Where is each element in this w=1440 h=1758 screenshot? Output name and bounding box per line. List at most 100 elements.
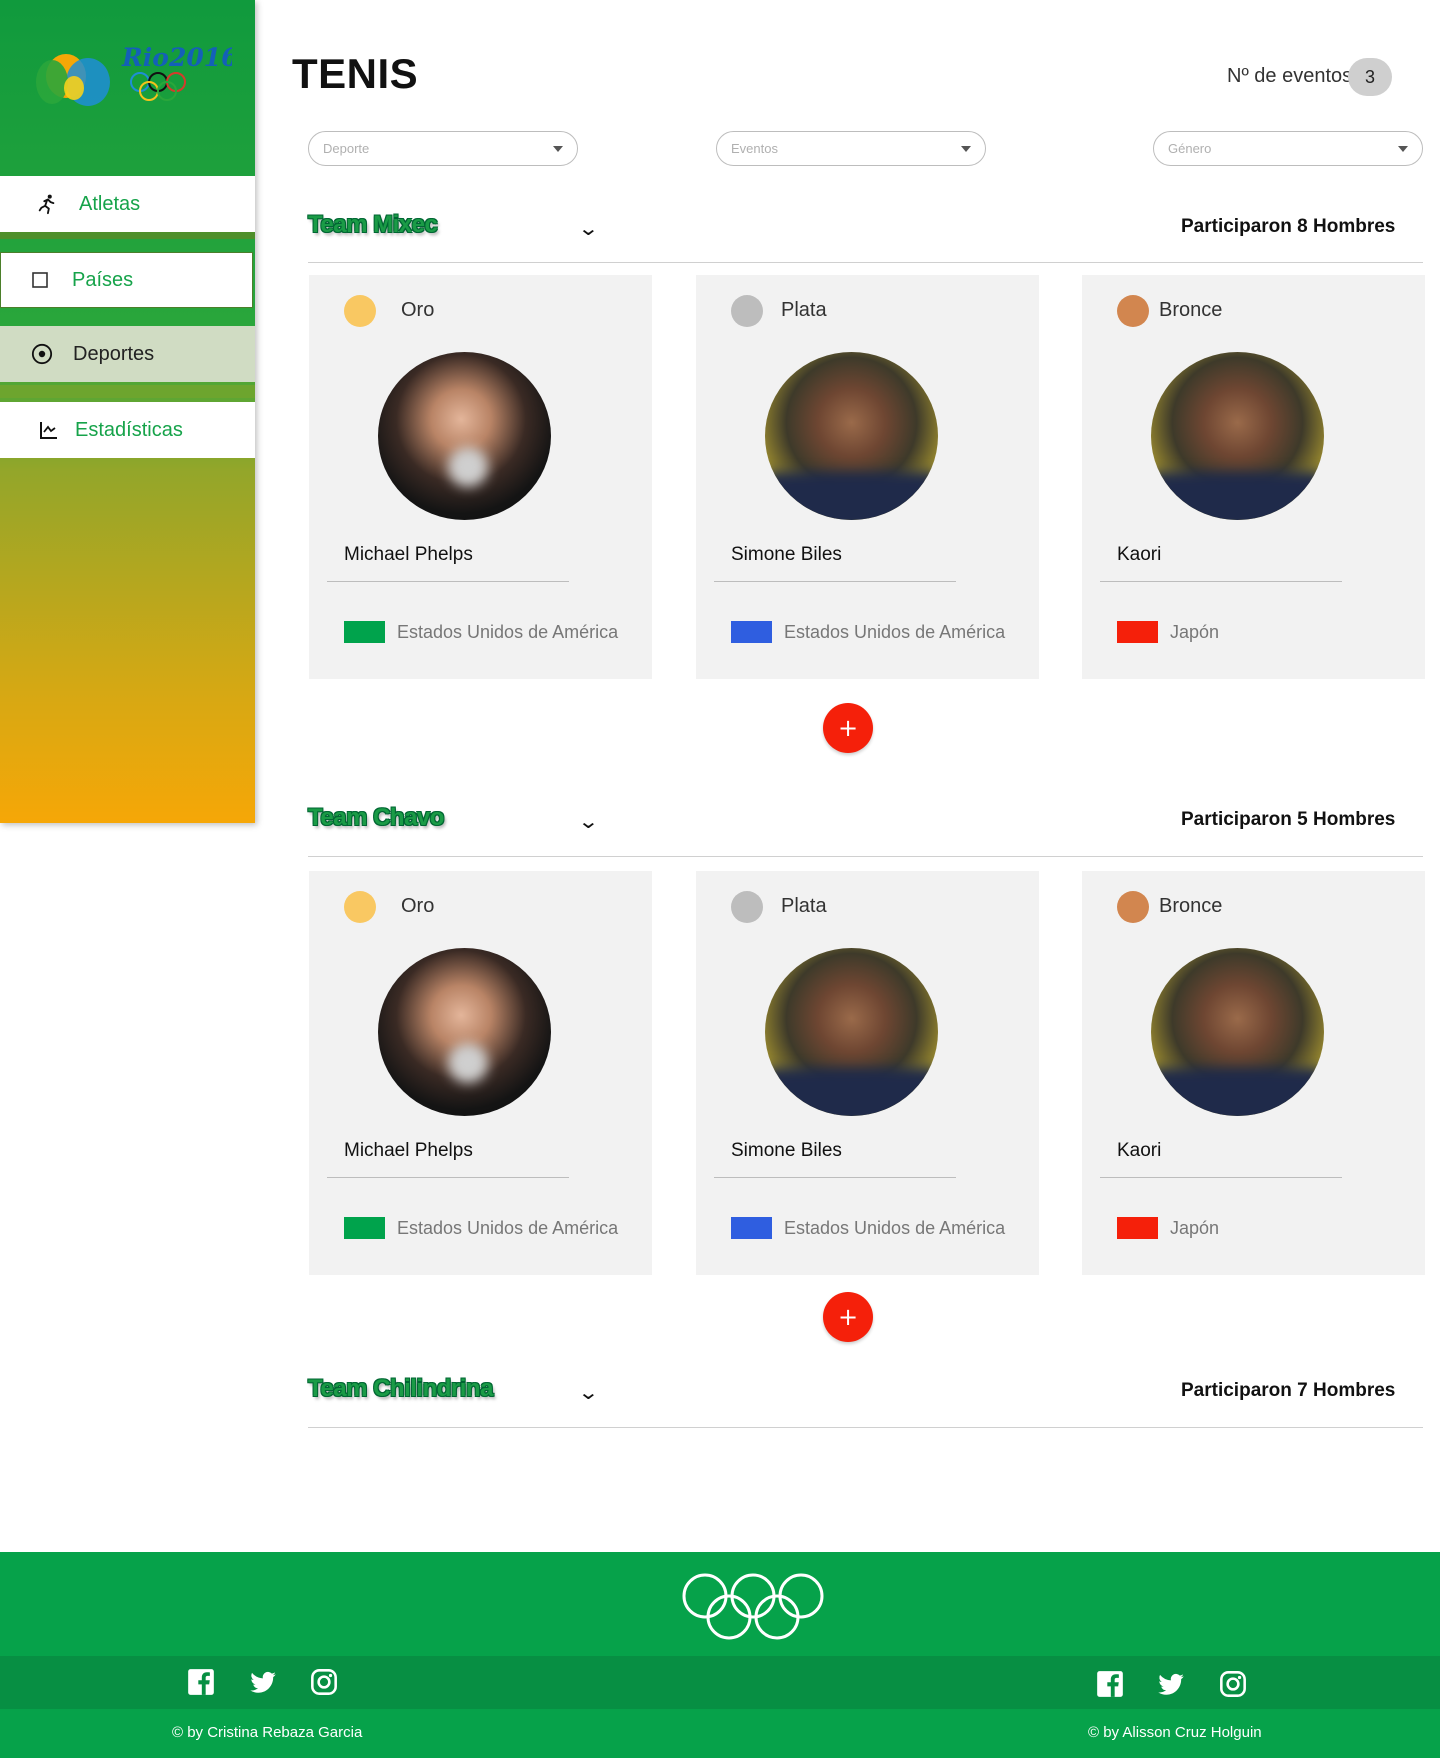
facebook-icon[interactable] [1096, 1670, 1124, 1698]
dropdown-caret-icon [553, 145, 563, 152]
athlete-avatar [765, 352, 938, 520]
name-divider [1100, 581, 1342, 582]
athlete-name: Kaori [1117, 1140, 1162, 1161]
medal-label: Bronce [1159, 299, 1223, 321]
filter-genero[interactable]: Género [1153, 131, 1423, 166]
athlete-name: Michael Phelps [344, 544, 473, 565]
sidebar-item-estadisticas[interactable]: Estadísticas [0, 402, 255, 458]
medal-card-silver[interactable]: Plata Simone Biles Estados Unidos de Amé… [696, 871, 1039, 1275]
medal-label: Oro [401, 299, 435, 321]
soccer-ball-icon [30, 342, 54, 366]
athlete-avatar [378, 352, 551, 520]
filter-placeholder: Deporte [323, 141, 370, 156]
dropdown-caret-icon [961, 145, 971, 152]
country-name: Estados Unidos de América [397, 622, 619, 642]
olympic-rings-icon [682, 1573, 824, 1640]
athlete-avatar [1151, 352, 1324, 520]
name-divider [714, 581, 956, 582]
nav-divider [0, 385, 255, 398]
sidebar-item-atletas[interactable]: Atletas [0, 176, 255, 232]
country-name: Japón [1170, 1218, 1220, 1238]
gold-medal-icon [344, 891, 376, 923]
country-name: Japón [1170, 622, 1220, 642]
medal-card-gold[interactable]: Oro Michael Phelps Estados Unidos de Amé… [309, 275, 652, 679]
sidebar-item-paises[interactable]: Países [0, 252, 253, 308]
footer-brand-bar [0, 1552, 1440, 1656]
twitter-icon[interactable] [1157, 1670, 1185, 1698]
medal-label: Plata [781, 895, 827, 917]
athlete-name: Simone Biles [731, 1140, 842, 1161]
name-divider [1100, 1177, 1342, 1178]
medal-card-bronze[interactable]: Bronce Kaori Japón [1082, 871, 1425, 1275]
name-divider [327, 581, 569, 582]
filter-placeholder: Género [1168, 141, 1212, 156]
country-flag-icon [731, 621, 772, 643]
team-title: Team Chavo [308, 804, 444, 831]
team-title: Team Mixec [308, 211, 438, 238]
country-name: Estados Unidos de América [397, 1218, 619, 1238]
runner-icon [35, 192, 59, 216]
chevron-down-icon[interactable]: ⌄ [577, 1380, 599, 1404]
credit-left: © by Cristina Rebaza Garcia [172, 1724, 363, 1741]
gold-medal-icon [344, 295, 376, 327]
svg-text:Rio2016: Rio2016 [121, 43, 232, 72]
twitter-icon[interactable] [249, 1668, 277, 1696]
chevron-down-icon[interactable]: ⌄ [577, 216, 599, 240]
country-name: Estados Unidos de América [784, 1218, 1006, 1238]
events-count-badge: 3 [1348, 58, 1392, 96]
add-button[interactable]: + [823, 703, 873, 753]
sidebar-item-label: Atletas [79, 192, 141, 215]
medal-label: Bronce [1159, 895, 1223, 917]
instagram-icon[interactable] [310, 1668, 338, 1696]
athlete-avatar [378, 948, 551, 1116]
athlete-name: Simone Biles [731, 544, 842, 565]
name-divider [327, 1177, 569, 1178]
sidebar-item-label: Deportes [73, 342, 155, 365]
filter-eventos[interactable]: Eventos [716, 131, 986, 166]
country-flag-icon [344, 1217, 385, 1239]
country-flag-icon [1117, 1217, 1158, 1239]
bronze-medal-icon [1117, 891, 1149, 923]
sidebar-item-label: Estadísticas [75, 418, 183, 441]
medal-card-bronze[interactable]: Bronce Kaori Japón [1082, 275, 1425, 679]
sidebar-item-label: Países [72, 268, 134, 291]
team-participants: Participaron 8 Hombres [1181, 216, 1396, 237]
medal-card-silver[interactable]: Plata Simone Biles Estados Unidos de Amé… [696, 275, 1039, 679]
country-flag-icon [731, 1217, 772, 1239]
facebook-icon[interactable] [187, 1668, 215, 1696]
page-title: TENIS [292, 50, 419, 97]
section-divider [308, 856, 1423, 857]
team-title: Team Chilindrina [308, 1375, 493, 1402]
athlete-avatar [765, 948, 938, 1116]
medal-label: Plata [781, 299, 827, 321]
footer-credits-bar: © by Cristina Rebaza Garcia © by Alisson… [0, 1709, 1440, 1758]
country-flag-icon [344, 621, 385, 643]
chevron-down-icon[interactable]: ⌄ [577, 809, 599, 833]
sidebar-item-deportes[interactable]: Deportes [0, 326, 255, 382]
credit-right: © by Alisson Cruz Holguin [1088, 1724, 1262, 1741]
country-flag-icon [1117, 621, 1158, 643]
filter-placeholder: Eventos [731, 141, 778, 156]
square-icon [28, 268, 52, 292]
chart-icon [37, 418, 61, 442]
athlete-name: Michael Phelps [344, 1140, 473, 1161]
athlete-name: Kaori [1117, 544, 1162, 565]
section-divider [308, 262, 1423, 263]
rio2016-logo[interactable]: Rio2016 [22, 38, 232, 118]
footer-social-bar [0, 1656, 1440, 1709]
instagram-icon[interactable] [1219, 1670, 1247, 1698]
nav-divider [0, 232, 255, 239]
events-label: Nº de eventos [1227, 65, 1353, 87]
name-divider [714, 1177, 956, 1178]
team-participants: Participaron 7 Hombres [1181, 1380, 1396, 1401]
medal-card-gold[interactable]: Oro Michael Phelps Estados Unidos de Amé… [309, 871, 652, 1275]
section-divider [308, 1427, 1423, 1428]
country-name: Estados Unidos de América [784, 622, 1006, 642]
silver-medal-icon [731, 891, 763, 923]
medal-label: Oro [401, 895, 435, 917]
add-button[interactable]: + [823, 1292, 873, 1342]
bronze-medal-icon [1117, 295, 1149, 327]
filter-deporte[interactable]: Deporte [308, 131, 578, 166]
dropdown-caret-icon [1398, 145, 1408, 152]
silver-medal-icon [731, 295, 763, 327]
